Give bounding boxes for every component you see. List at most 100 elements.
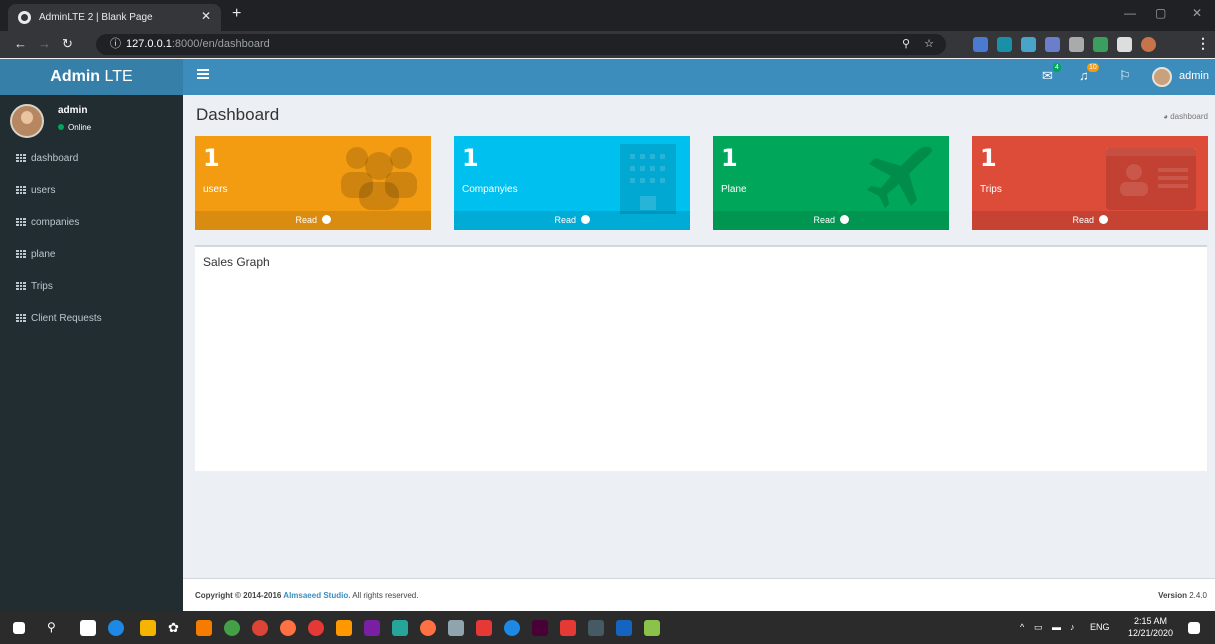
copyright-suffix: All rights reserved. — [350, 591, 419, 600]
zoom-icon[interactable]: ⚲ — [902, 34, 910, 55]
read-more-link[interactable]: Read — [713, 211, 949, 230]
extensions-puzzle-icon[interactable] — [1117, 37, 1132, 52]
users-icon — [341, 147, 417, 210]
flag-icon[interactable]: ⚐ — [1119, 68, 1131, 84]
url-host: 127.0.0.1 — [126, 38, 172, 50]
mail-icon[interactable]: ✉ — [1042, 68, 1053, 84]
user-menu-name[interactable]: admin — [1179, 70, 1209, 82]
version-text: Version 2.4.0 — [1158, 591, 1207, 600]
page-footer: Copyright © 2014-2016 Almsaeed Studio. A… — [183, 578, 1215, 611]
forward-icon[interactable]: → — [38, 36, 51, 51]
bookmark-star-icon[interactable]: ☆ — [924, 34, 934, 55]
sidebar-item-trips[interactable]: Trips — [0, 276, 183, 298]
stat-box-users: 1 users Read — [195, 136, 431, 230]
maximize-icon[interactable]: ▢ — [1155, 6, 1166, 20]
sublime-icon[interactable] — [336, 620, 352, 636]
postman-icon[interactable] — [420, 620, 436, 636]
xampp-icon[interactable] — [196, 620, 212, 636]
tray-chevron-icon[interactable]: ^ — [1020, 622, 1024, 632]
sidebar-item-companies[interactable]: companies — [0, 212, 183, 234]
info-icon[interactable]: ⓘ — [110, 38, 121, 50]
read-label: Read — [554, 215, 576, 225]
globe-icon — [18, 11, 31, 24]
stat-value: 1 — [203, 144, 220, 172]
battery-icon[interactable]: ▬ — [1052, 622, 1061, 632]
th-grid-icon — [16, 186, 26, 194]
stat-label: users — [203, 184, 228, 195]
file-explorer-icon[interactable] — [140, 620, 156, 636]
th-grid-icon — [16, 154, 26, 162]
extension-icon[interactable] — [973, 37, 988, 52]
adobe-xd-icon[interactable] — [532, 620, 548, 636]
network-icon[interactable]: ▭ — [1034, 622, 1043, 633]
phpstorm-icon[interactable] — [364, 620, 380, 636]
reload-icon[interactable]: ↻ — [62, 36, 73, 52]
read-more-link[interactable]: Read — [972, 211, 1208, 230]
minimize-icon[interactable]: — — [1124, 6, 1136, 20]
extension-icon[interactable] — [1021, 37, 1036, 52]
read-label: Read — [1072, 215, 1094, 225]
volume-icon[interactable]: ♪ — [1070, 622, 1075, 632]
app-logo[interactable]: Admin LTE — [0, 59, 183, 95]
windows-start-icon[interactable] — [13, 622, 25, 634]
extension-icon[interactable] — [997, 37, 1012, 52]
system-clock[interactable]: 2:15 AM 12/21/2020 — [1128, 615, 1173, 639]
read-label: Read — [295, 215, 317, 225]
sidebar-item-users[interactable]: users — [0, 180, 183, 202]
stat-box-plane: 1 Plane Read — [713, 136, 949, 230]
browser-tab[interactable]: AdminLTE 2 | Blank Page ✕ — [8, 4, 221, 31]
hs-icon[interactable] — [224, 620, 240, 636]
mail-app-icon[interactable] — [80, 620, 96, 636]
read-more-link[interactable]: Read — [195, 211, 431, 230]
app-icon[interactable] — [588, 620, 604, 636]
stat-box-trips: 1 Trips Read — [972, 136, 1208, 230]
sidebar-item-dashboard[interactable]: dashboard — [0, 148, 183, 170]
anydesk-icon[interactable] — [476, 620, 492, 636]
status-text: Online — [68, 123, 92, 132]
sidebar-toggle-icon[interactable] — [197, 69, 209, 79]
opera-icon[interactable] — [308, 620, 324, 636]
language-indicator[interactable]: ENG — [1090, 622, 1110, 632]
chrome-icon[interactable] — [252, 620, 268, 636]
extension-icon[interactable] — [1093, 37, 1108, 52]
arrow-circle-right-icon — [839, 215, 849, 224]
online-dot-icon — [58, 124, 64, 130]
breadcrumb[interactable]: ◕ dashboard — [1163, 112, 1208, 121]
close-tab-icon[interactable]: ✕ — [201, 9, 211, 23]
sidebar-avatar — [10, 104, 44, 138]
word-icon[interactable] — [616, 620, 632, 636]
user-avatar[interactable] — [1152, 67, 1172, 87]
stat-value: 1 — [980, 144, 997, 172]
sidebar-item-label: Trips — [31, 281, 53, 292]
profile-avatar-icon[interactable] — [1141, 37, 1156, 52]
new-tab-button[interactable]: + — [232, 5, 241, 23]
notification-center-icon[interactable] — [1188, 622, 1200, 634]
sidebar-item-label: Client Requests — [31, 313, 102, 324]
app-icon[interactable] — [448, 620, 464, 636]
address-bar[interactable]: ⓘ 127.0.0.1:8000/en/dashboard ⚲ ☆ — [96, 34, 946, 55]
edge-icon[interactable] — [108, 620, 124, 636]
teamviewer-icon[interactable] — [504, 620, 520, 636]
settings-gear-icon[interactable]: ✿ — [168, 620, 184, 636]
sidebar-user-name: admin — [58, 105, 88, 116]
arrow-circle-right-icon — [1098, 215, 1108, 224]
extension-icon[interactable] — [1069, 37, 1084, 52]
webstorm-icon[interactable] — [392, 620, 408, 636]
extension-icon[interactable] — [1045, 37, 1060, 52]
search-icon[interactable]: ⚲ — [47, 620, 63, 636]
sidebar-item-client-requests[interactable]: Client Requests — [0, 308, 183, 330]
browser-menu-icon[interactable]: ⋮ — [1196, 35, 1210, 52]
stat-value: 1 — [721, 144, 738, 172]
sidebar-item-label: dashboard — [31, 153, 79, 164]
read-label: Read — [813, 215, 835, 225]
tab-title: AdminLTE 2 | Blank Page — [39, 12, 153, 23]
firefox-icon[interactable] — [280, 620, 296, 636]
read-more-link[interactable]: Read — [454, 211, 690, 230]
sidebar-item-plane[interactable]: plane — [0, 244, 183, 266]
app-icon[interactable] — [644, 620, 660, 636]
page-title: Dashboard — [196, 105, 280, 124]
app-icon[interactable] — [560, 620, 576, 636]
studio-link[interactable]: Almsaeed Studio. — [283, 591, 350, 600]
window-close-icon[interactable]: ✕ — [1192, 6, 1202, 20]
back-icon[interactable]: ← — [14, 36, 27, 51]
